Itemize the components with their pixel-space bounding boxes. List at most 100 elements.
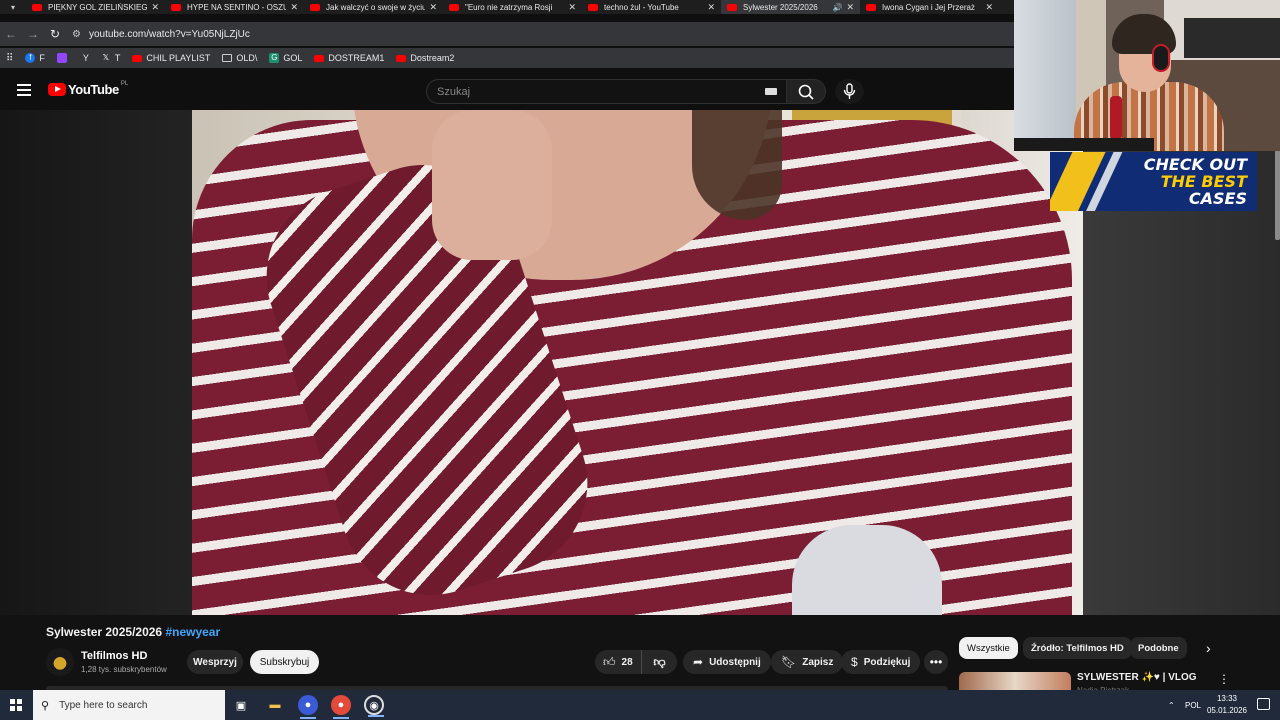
like-dislike-group: 👍︎ 28 👎︎ xyxy=(595,650,677,674)
speaker-icon[interactable]: 🔊 xyxy=(832,3,842,12)
bookmark-item[interactable]: 𝕏T xyxy=(101,53,121,63)
ad-banner[interactable]: CHECK OUT THE BEST CASES xyxy=(1050,152,1257,211)
chip-all[interactable]: Wszystkie xyxy=(959,637,1018,659)
search-input[interactable]: Szukaj xyxy=(426,79,788,104)
apps-grid-icon[interactable]: ⠿ xyxy=(6,53,13,64)
bookmark-item[interactable]: G GOL xyxy=(269,53,302,63)
close-tab-icon[interactable]: ✕ xyxy=(568,2,576,13)
video-frame-hand xyxy=(432,110,552,260)
tab-search-icon[interactable]: ▾ xyxy=(0,0,26,14)
close-tab-icon[interactable]: ✕ xyxy=(985,2,993,13)
bookmark-label: DOSTREAM1 xyxy=(328,53,385,63)
url-field[interactable]: ⚙ youtube.com/watch?v=Yu05NjLZjUc xyxy=(72,24,250,44)
reload-icon[interactable]: ↻ xyxy=(44,27,66,41)
youtube-icon xyxy=(396,54,407,62)
ad-line-3: CASES xyxy=(1188,189,1247,208)
language-indicator[interactable]: POL xyxy=(1185,690,1201,720)
file-explorer-icon[interactable]: ▬ xyxy=(265,695,285,715)
close-tab-icon[interactable]: ✕ xyxy=(290,2,298,13)
youtube-icon xyxy=(132,54,143,62)
bookmark-label: CHIL PLAYLIST xyxy=(146,53,211,63)
recommendation-thumbnail[interactable] xyxy=(959,672,1071,690)
chip-source-channel[interactable]: Źródło: Telfilmos HD xyxy=(1023,637,1132,659)
taskbar-search-input[interactable]: ⚲ Type here to search xyxy=(33,690,225,720)
obs-icon[interactable]: ◉ xyxy=(364,695,384,717)
chip-related[interactable]: Podobne xyxy=(1130,637,1187,659)
webcam-microphone xyxy=(1110,96,1122,140)
clock-date: 05.01.2026 xyxy=(1206,706,1248,715)
browser-tab-active[interactable]: Sylwester 2025/2026 🔊 ✕ xyxy=(721,0,860,14)
bookmark-item[interactable]: CHIL PLAYLIST xyxy=(132,53,210,63)
bookmark-folder[interactable]: OLD\ xyxy=(222,53,257,63)
bookmark-item[interactable]: Y xyxy=(83,53,89,63)
browser-tab[interactable]: Iwona Cygan i Jej Przeraż ✕ xyxy=(860,0,999,14)
recommendation-title[interactable]: SYLWESTER ✨♥ | VLOG xyxy=(1077,672,1197,683)
folder-icon xyxy=(222,54,233,62)
youtube-logo[interactable]: YouTube PL xyxy=(48,81,128,97)
bookmark-label: GOL xyxy=(283,53,303,63)
thanks-button[interactable]: $ Podziękuj xyxy=(841,650,921,674)
recommendation-menu-icon[interactable]: ⋮ xyxy=(1218,672,1230,686)
tab-title: techno żul - YouTube xyxy=(604,2,679,12)
show-hidden-icons[interactable]: ⌃ xyxy=(1168,690,1175,720)
menu-icon[interactable] xyxy=(17,84,31,99)
clock[interactable]: 13:33 05.01.2026 xyxy=(1206,693,1248,717)
bookmark-item[interactable]: DOSTREAM1 xyxy=(314,53,384,63)
bookmark-label: T xyxy=(114,53,121,63)
forward-arrow-icon[interactable]: → xyxy=(22,27,44,41)
start-button[interactable] xyxy=(0,690,32,720)
save-button[interactable]: 🔖︎ Zapisz xyxy=(771,650,844,674)
search-icon xyxy=(798,84,814,100)
like-button[interactable]: 👍︎ 28 xyxy=(595,650,642,674)
subscriber-count: 1,28 tys. subskrybentów xyxy=(81,665,167,674)
browser-tab[interactable]: HYPE NA SENTINO - OSZU ✕ xyxy=(165,0,304,14)
keyboard-icon[interactable] xyxy=(765,88,777,95)
close-tab-icon[interactable]: ✕ xyxy=(151,2,159,13)
windows-logo-icon xyxy=(10,699,22,711)
url-text: youtube.com/watch?v=Yu05NjLZjUc xyxy=(88,28,250,40)
voice-search-button[interactable] xyxy=(835,79,864,104)
search-button[interactable] xyxy=(786,79,826,104)
bookmark-item[interactable] xyxy=(56,53,71,63)
browser-tab[interactable]: Jak walczyć o swoje w życiu ✕ xyxy=(304,0,443,14)
youtube-favicon-icon xyxy=(588,3,598,11)
logo-text: YouTube xyxy=(68,82,119,97)
video-frame-foil xyxy=(792,525,942,615)
support-button[interactable]: Wesprzyj xyxy=(187,650,243,674)
youtube-favicon-icon xyxy=(171,3,181,11)
channel-avatar[interactable] xyxy=(46,648,74,676)
browser-tab[interactable]: "Euro nie zatrzyma Rosji ✕ xyxy=(443,0,582,14)
browser-tab[interactable]: techno żul - YouTube ✕ xyxy=(582,0,721,14)
bookmark-item[interactable]: fF xyxy=(25,53,45,63)
youtube-favicon-icon xyxy=(449,3,459,11)
close-tab-icon[interactable]: ✕ xyxy=(846,2,854,13)
back-arrow-icon[interactable]: ← xyxy=(0,27,22,41)
search-placeholder: Szukaj xyxy=(437,85,471,98)
video-title: Sylwester 2025/2026 #newyear xyxy=(46,625,220,639)
tab-title: Sylwester 2025/2026 xyxy=(743,2,818,12)
chevron-right-icon[interactable]: › xyxy=(1206,640,1211,656)
bookmark-item[interactable]: Dostream2 xyxy=(396,53,454,63)
share-button[interactable]: ➦ Udostępnij xyxy=(683,650,771,674)
youtube-favicon-icon xyxy=(310,3,320,11)
hashtag-link[interactable]: #newyear xyxy=(165,625,220,639)
youtube-header: YouTube PL Szukaj xyxy=(0,73,1014,110)
browser-tab[interactable]: PIĘKNY GOL ZIELIŃSKIEGO ✕ xyxy=(26,0,165,14)
task-view-icon[interactable]: ▣ xyxy=(231,695,251,715)
subscribe-button[interactable]: Subskrybuj xyxy=(250,650,319,674)
page-scrollbar[interactable] xyxy=(1275,150,1280,240)
thumbs-up-icon: 👍︎ xyxy=(603,654,616,669)
close-tab-icon[interactable]: ✕ xyxy=(707,2,715,13)
video-player[interactable] xyxy=(192,110,1083,615)
more-actions-icon[interactable]: ••• xyxy=(924,650,948,674)
kick-icon: G xyxy=(269,53,280,63)
notification-icon[interactable] xyxy=(1257,698,1270,710)
webcam-panel xyxy=(1184,18,1280,58)
channel-name[interactable]: Telfilmos HD xyxy=(81,650,147,662)
dislike-button[interactable]: 👎︎ xyxy=(642,655,677,670)
site-settings-icon[interactable]: ⚙ xyxy=(72,29,81,40)
save-label: Zapisz xyxy=(802,656,834,668)
chrome-profile-icon[interactable]: ● xyxy=(298,695,318,719)
close-tab-icon[interactable]: ✕ xyxy=(429,2,437,13)
chrome-icon[interactable]: ● xyxy=(331,695,351,719)
